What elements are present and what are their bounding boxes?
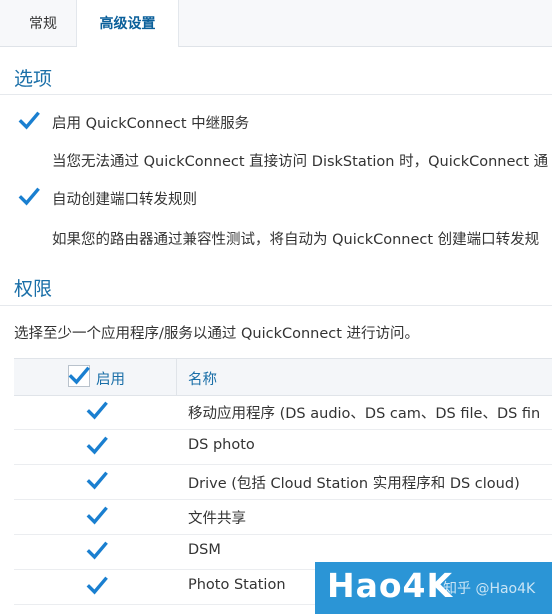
row-enable-checkbox[interactable] <box>86 540 108 562</box>
table-row[interactable]: DS photo <box>14 429 552 465</box>
quickconnect-relay-label[interactable]: 启用 QuickConnect 中继服务 <box>52 112 249 133</box>
row-enable-checkbox[interactable] <box>86 575 108 597</box>
permissions-divider <box>0 305 552 306</box>
column-divider <box>176 359 177 395</box>
row-enable-checkbox[interactable] <box>86 470 108 492</box>
select-all-checkbox[interactable] <box>68 365 90 387</box>
permissions-description: 选择至少一个应用程序/服务以通过 QuickConnect 进行访问。 <box>14 326 420 342</box>
row-name: Photo Station <box>188 577 286 593</box>
tab-general[interactable]: 常规 <box>10 0 77 46</box>
table-row[interactable]: Drive (包括 Cloud Station 实用程序和 DS cloud) <box>14 464 552 500</box>
row-name: DS photo <box>188 437 255 453</box>
options-section-title: 选项 <box>14 68 53 90</box>
tab-advanced-settings[interactable]: 高级设置 <box>77 0 179 47</box>
checkbox-quickconnect-relay[interactable] <box>18 110 40 132</box>
column-header-enable[interactable]: 启用 <box>96 368 125 389</box>
port-forwarding-description: 如果您的路由器通过兼容性测试，将自动为 QuickConnect 创建端口转发规 <box>52 232 540 248</box>
options-divider <box>0 94 552 95</box>
grid-header: 启用 名称 <box>14 358 552 396</box>
row-name: DSM <box>188 542 221 558</box>
row-name: 文件共享 <box>188 511 246 527</box>
permissions-section-title: 权限 <box>14 278 53 300</box>
tab-bar: 常规 高级设置 <box>0 0 552 47</box>
table-row[interactable]: 移动应用程序 (DS audio、DS cam、DS file、DS fin <box>14 394 552 430</box>
watermark-caption: 知乎 @Hao4K <box>443 581 536 597</box>
port-forwarding-label[interactable]: 自动创建端口转发规则 <box>52 188 197 209</box>
row-enable-checkbox[interactable] <box>86 435 108 457</box>
row-name: 移动应用程序 (DS audio、DS cam、DS file、DS fin <box>188 406 541 422</box>
table-row[interactable]: 文件共享 <box>14 499 552 535</box>
quickconnect-relay-description: 当您无法通过 QuickConnect 直接访问 DiskStation 时，Q… <box>52 154 549 170</box>
row-name: Drive (包括 Cloud Station 实用程序和 DS cloud) <box>188 476 520 492</box>
checkbox-port-forwarding[interactable] <box>18 186 40 208</box>
watermark-logo: Hao4K <box>327 566 454 605</box>
row-enable-checkbox[interactable] <box>86 400 108 422</box>
column-header-name[interactable]: 名称 <box>188 368 217 389</box>
row-enable-checkbox[interactable] <box>86 505 108 527</box>
watermark: Hao4K 知乎 @Hao4K <box>315 562 552 614</box>
